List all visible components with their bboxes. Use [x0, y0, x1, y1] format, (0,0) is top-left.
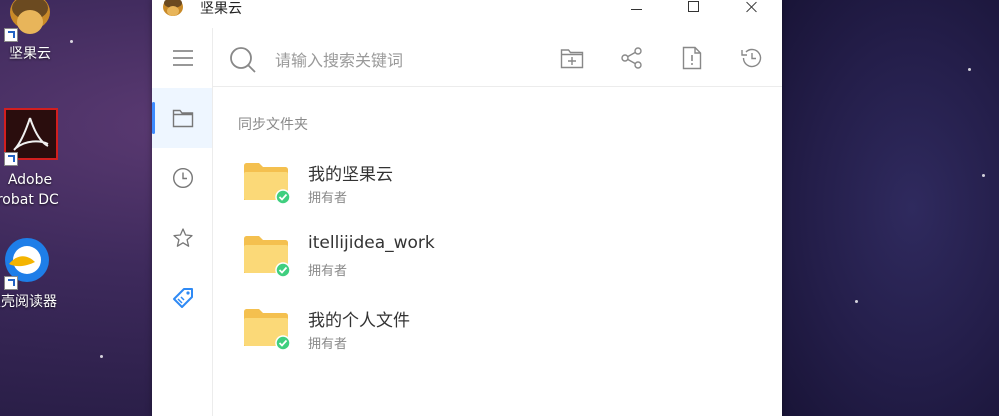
shortcut-arrow-icon [4, 28, 18, 42]
folder-row[interactable]: itellijidea_work 拥有者 [236, 231, 756, 287]
folder-icon [172, 109, 194, 128]
search-input[interactable] [273, 46, 517, 74]
jianguoyun-window: 坚果云 请输入搜索关键词 同步文件夹 我的坚果云 拥有者 itellijidea… [152, 0, 782, 416]
shortcut-arrow-icon [4, 152, 18, 166]
toolbar [213, 28, 782, 87]
desktop-icon-reader[interactable]: 搜壳阅读器 [0, 236, 62, 312]
folder-row[interactable]: 我的坚果云 拥有者 [236, 158, 756, 214]
share-button[interactable] [619, 45, 645, 71]
star [982, 174, 985, 177]
star [70, 40, 73, 43]
desktop-icon-label-line1: Adobe [7, 172, 53, 188]
search-icon[interactable] [229, 46, 257, 74]
shortcut-arrow-icon [4, 276, 18, 290]
desktop-icon-label-line2: crobat DC [0, 192, 59, 208]
minimize-button[interactable] [614, 0, 658, 18]
star [855, 300, 858, 303]
close-button[interactable] [730, 0, 774, 18]
file-alert-button[interactable] [679, 45, 705, 71]
desktop-icon-label: 搜壳阅读器 [0, 294, 57, 310]
sidebar-item-folders[interactable] [152, 88, 212, 148]
sidebar-item-recent[interactable] [152, 148, 212, 208]
maximize-button[interactable] [672, 0, 716, 18]
new-folder-button[interactable] [559, 45, 585, 71]
sidebar-item-menu[interactable] [152, 28, 212, 88]
star [100, 355, 103, 358]
folder-synced-icon [244, 236, 290, 277]
title-bar[interactable]: 坚果云 [152, 0, 782, 24]
history-button[interactable] [739, 45, 765, 71]
folder-name: itellijidea_work [308, 233, 435, 253]
folder-synced-icon [244, 163, 290, 204]
new-folder-icon [560, 49, 584, 69]
folder-synced-icon [244, 309, 290, 350]
sidebar-item-tags[interactable] [152, 268, 212, 328]
window-title: 坚果云 [200, 1, 242, 17]
desktop-icon-acrobat[interactable]: Adobe crobat DC [0, 108, 70, 210]
desktop-icon-label: 坚果云 [9, 46, 51, 62]
folder-name: 我的坚果云 [308, 165, 393, 185]
star-icon [173, 228, 193, 247]
menu-icon [173, 50, 193, 66]
folder-owner: 拥有者 [308, 191, 348, 206]
desktop-background-right [782, 0, 999, 416]
section-label-sync-folders: 同步文件夹 [238, 117, 308, 133]
folder-row[interactable]: 我的个人文件 拥有者 [236, 304, 756, 360]
sidebar [152, 28, 213, 416]
sidebar-item-starred[interactable] [152, 208, 212, 268]
folder-owner: 拥有者 [308, 264, 348, 279]
clock-icon [172, 167, 194, 189]
folder-name: 我的个人文件 [308, 311, 410, 331]
app-logo-icon [163, 0, 183, 16]
share-icon [621, 47, 642, 69]
history-icon [741, 48, 762, 68]
desktop-icon-jianguoyun[interactable]: 坚果云 [0, 0, 70, 64]
file-alert-icon [682, 46, 702, 70]
star [968, 68, 971, 71]
tag-icon [173, 288, 193, 308]
folder-owner: 拥有者 [308, 337, 348, 352]
